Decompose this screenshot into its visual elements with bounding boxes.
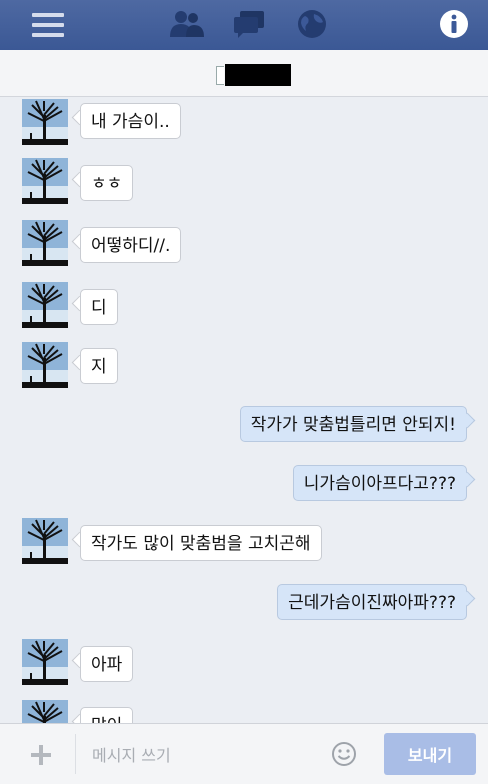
outgoing-message-bubble[interactable]: 근데가슴이진짜아파??? [277,584,467,620]
redacted-contact-name [225,64,291,86]
outgoing-message-bubble[interactable]: 니가슴이아프다고??? [292,465,467,501]
avatar[interactable] [22,342,68,388]
avatar[interactable] [22,99,68,145]
send-button[interactable]: 보내기 [384,733,476,775]
incoming-message-bubble[interactable]: 많이 [80,707,134,723]
globe-icon[interactable] [296,8,328,44]
avatar[interactable] [22,518,68,564]
incoming-message-bubble[interactable]: 어떻하디//. [80,227,182,263]
friends-icon[interactable] [168,9,206,43]
incoming-message-bubble[interactable]: ㅎㅎ [80,165,134,201]
outgoing-message-bubble[interactable]: 작가가 맞춤법틀리면 안되지! [239,406,467,442]
menu-icon[interactable] [32,12,64,42]
avatar[interactable] [22,220,68,266]
incoming-message-bubble[interactable]: 아파 [80,646,134,682]
contact-name-fragment [216,66,224,85]
emoji-icon[interactable] [331,741,357,771]
message-input[interactable] [90,736,324,774]
avatar[interactable] [22,700,68,723]
message-composer: 보내기 [0,723,488,784]
avatar[interactable] [22,282,68,328]
messages-icon[interactable] [232,9,266,43]
incoming-message-bubble[interactable]: 작가도 많이 맞춤범을 고치곤해 [80,525,322,561]
chat-message-list[interactable]: 내 가슴이.. ㅎㅎ 어떻하디//. 디 지 작가가 맞춤법틀리면 안되지! 니… [0,97,488,723]
avatar[interactable] [22,158,68,204]
incoming-message-bubble[interactable]: 내 가슴이.. [80,103,181,139]
incoming-message-bubble[interactable]: 지 [80,348,118,384]
incoming-message-bubble[interactable]: 디 [80,289,118,325]
top-navigation-bar [0,0,488,50]
avatar[interactable] [22,639,68,685]
info-icon[interactable] [438,8,470,44]
plus-icon[interactable] [30,744,52,770]
